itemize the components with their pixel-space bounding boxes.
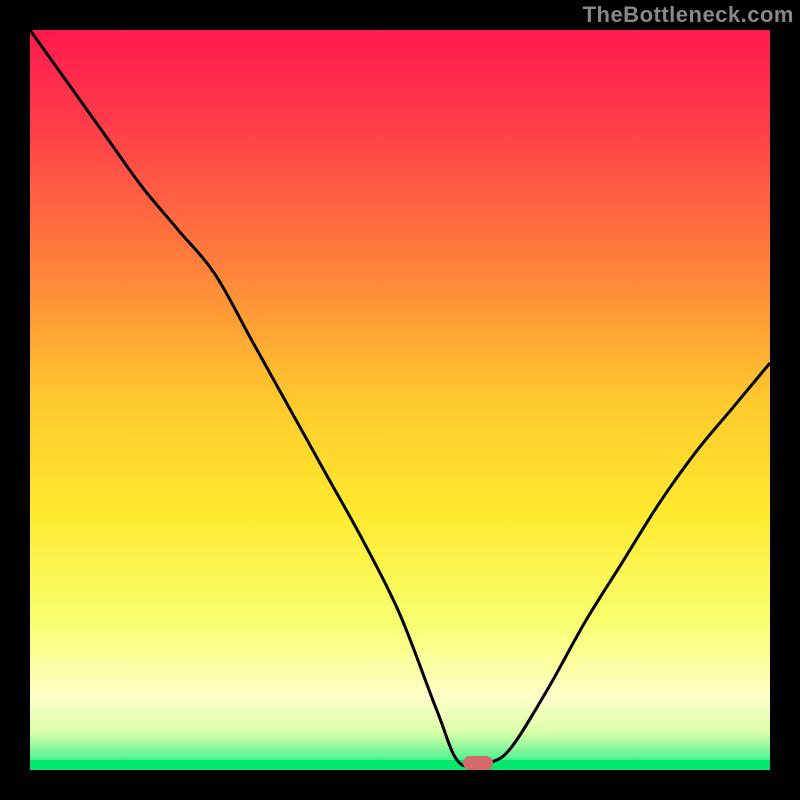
chart-root: TheBottleneck.com	[0, 0, 800, 800]
bottleneck-curve	[30, 30, 770, 770]
plot-area	[30, 30, 770, 770]
watermark-label: TheBottleneck.com	[583, 2, 794, 28]
optimum-marker	[463, 756, 493, 770]
